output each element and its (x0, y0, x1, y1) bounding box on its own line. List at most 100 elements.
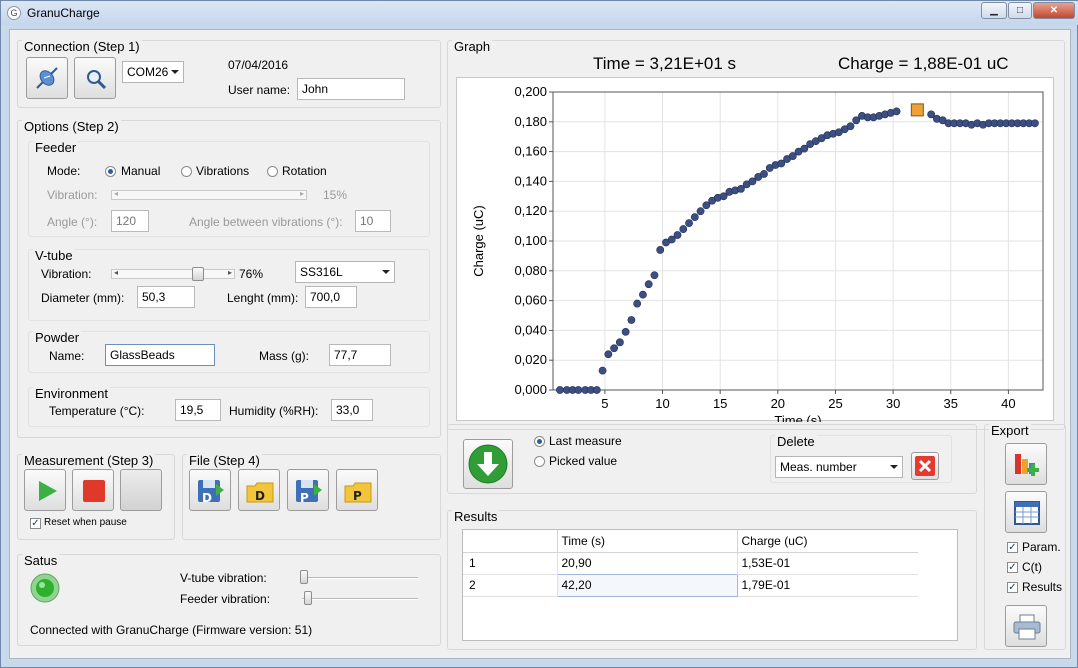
ct-label: C(t) (1022, 560, 1042, 574)
start-button[interactable] (24, 469, 66, 511)
chevron-down-icon (890, 465, 898, 469)
pause-button[interactable] (120, 469, 162, 511)
mode-rotation-label: Rotation (282, 164, 327, 178)
results-col-time[interactable]: Time (s) (557, 530, 738, 552)
measurement-group: Measurement (Step 3) ✓ Reset when pause (17, 453, 175, 540)
mode-manual-radio[interactable] (105, 166, 116, 177)
mass-input[interactable]: 77,7 (329, 344, 391, 366)
feeder-vibration-indicator-thumb (304, 591, 312, 605)
chart-area[interactable]: 0,000 0,020 0,040 0,060 0,080 0,100 0,120 0,140… (456, 77, 1055, 428)
minimize-button[interactable]: ▁ (981, 2, 1007, 19)
delete-title: Delete (775, 434, 817, 449)
x-tick-label: 35 (944, 396, 958, 411)
options-group: Options (Step 2) Feeder Mode: Manual Vib… (17, 119, 441, 438)
powder-name-input[interactable]: GlassBeads (105, 344, 215, 366)
mode-vibrations-radio[interactable] (181, 166, 192, 177)
search-button[interactable] (74, 57, 116, 99)
param-checkbox[interactable]: ✓ (1007, 542, 1018, 553)
com-port-select[interactable]: COM26 (122, 61, 184, 83)
feeder-vibration-slider[interactable]: ◂ ▸ (111, 189, 307, 200)
row-index-cell: 2 (463, 574, 558, 596)
delete-mode-select[interactable]: Meas. number (775, 456, 903, 478)
connect-button[interactable] (26, 57, 68, 99)
param-label: Param. (1022, 540, 1061, 554)
time-readout: Time = 3,21E+01 s (593, 54, 737, 73)
data-point (615, 338, 624, 347)
y-tick-label: 0,080 (514, 263, 547, 278)
open-data-button[interactable]: D (238, 469, 280, 511)
picked-value-radio[interactable] (534, 456, 545, 467)
charge-time-chart[interactable]: 0,000 0,020 0,040 0,060 0,080 0,100 0,120 0,140… (457, 78, 1055, 428)
play-icon (39, 481, 57, 501)
results-col-charge[interactable]: Charge (uC) (737, 530, 918, 552)
export-group: Export ✓ Param. ✓ C(t) ✓ Results (984, 423, 1066, 650)
export-table-button[interactable] (1005, 491, 1047, 533)
temperature-input[interactable]: 19,5 (175, 399, 221, 421)
export-excel-button[interactable] (1005, 443, 1047, 485)
connection-group: Connection (Step 1) COM26 07/04/2016 Use… (17, 39, 441, 108)
graph-group: Graph Time = 3,21E+01 s Charge = 1,88E-0… (447, 39, 1065, 430)
y-tick-label: 0,100 (514, 233, 547, 248)
save-param-letter: P (300, 491, 309, 505)
length-input[interactable]: 700,0 (305, 286, 357, 308)
table-row[interactable]: 2 42,20 1,79E-01 (463, 573, 918, 597)
data-point (627, 316, 636, 324)
data-point (679, 225, 688, 233)
delete-button[interactable] (911, 452, 939, 480)
data-point (598, 366, 607, 375)
file-group: File (Step 4) D D P P (182, 453, 441, 540)
picked-value-label: Picked value (549, 454, 618, 468)
data-point (846, 122, 855, 131)
save-data-button[interactable]: D (189, 469, 231, 511)
material-select[interactable]: SS316L (295, 261, 395, 283)
reset-checkbox[interactable]: ✓ (30, 518, 41, 529)
open-param-button[interactable]: P (336, 469, 378, 511)
slider-left-arrow-icon: ◂ (114, 268, 119, 277)
data-point (673, 231, 682, 239)
angle-between-input[interactable]: 10 (355, 210, 391, 232)
y-tick-label: 0,060 (514, 293, 547, 308)
vtube-vibration-slider[interactable]: ◂ ▸ (111, 267, 235, 281)
ct-checkbox[interactable]: ✓ (1007, 562, 1018, 573)
length-label: Lenght (mm): (227, 291, 299, 305)
date-text: 07/04/2016 (228, 58, 289, 72)
data-point (696, 207, 705, 216)
save-param-button[interactable]: P (287, 469, 329, 511)
powder-group: Powder Name: GlassBeads Mass (g): 77,7 (28, 330, 430, 373)
app-icon: G (7, 6, 21, 20)
humidity-input[interactable]: 33,0 (331, 399, 373, 421)
feeder-group: Feeder Mode: Manual Vibrations Rotation … (28, 140, 430, 237)
green-down-arrow-icon (468, 444, 508, 484)
results-checkbox[interactable]: ✓ (1007, 582, 1018, 593)
title-bar: G GranuCharge ▁ □ ✕ (1, 1, 1078, 25)
maximize-button[interactable]: □ (1008, 2, 1032, 19)
feeder-vibration-label: Vibration: (47, 188, 98, 202)
vtube-vibration-thumb[interactable] (191, 267, 204, 281)
results-table-container[interactable]: Time (s) Charge (uC) 1 20,90 1,53E-01 2 … (462, 529, 958, 641)
stop-button[interactable] (72, 469, 114, 511)
highlighted-point (910, 103, 924, 117)
vtube-vibration-label: Vibration: (41, 267, 92, 281)
picker-group: Last measure Picked value Delete Meas. n… (447, 424, 977, 494)
row-index-cell: 1 (463, 552, 558, 574)
feeder-vibration-indicator (302, 598, 418, 600)
connector-icon (36, 67, 58, 89)
last-measure-radio[interactable] (534, 436, 545, 447)
print-button[interactable] (1005, 605, 1047, 647)
y-tick-label: 0,200 (514, 84, 547, 99)
app-window: G GranuCharge ▁ □ ✕ Connection (Step 1) (0, 0, 1078, 668)
slider-right-arrow-icon: ▸ (299, 189, 304, 198)
vtube-title: V-tube (33, 248, 75, 263)
spreadsheet-icon (1014, 501, 1040, 525)
table-row[interactable]: 1 20,90 1,53E-01 (463, 552, 918, 574)
download-button[interactable] (463, 439, 513, 489)
status-title: Satus (22, 553, 60, 568)
user-name-input[interactable]: John (297, 78, 405, 100)
angle-between-label: Angle between vibrations (°): (189, 215, 343, 229)
y-tick-label: 0,040 (514, 322, 547, 337)
results-col-index[interactable] (463, 530, 558, 552)
angle-input[interactable]: 120 (111, 210, 149, 232)
diameter-input[interactable]: 50,3 (137, 286, 195, 308)
close-button[interactable]: ✕ (1033, 2, 1075, 19)
mode-rotation-radio[interactable] (267, 166, 278, 177)
